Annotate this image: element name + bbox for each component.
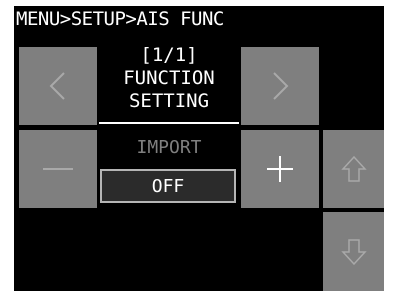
next-page-button[interactable] xyxy=(241,47,319,125)
arrow-down-icon xyxy=(340,238,367,265)
setting-value-field[interactable]: OFF xyxy=(100,169,236,203)
increase-button[interactable] xyxy=(241,130,319,208)
device-screen: MENU>SETUP>AIS FUNC [1/1] FUNCTION SETTI… xyxy=(14,6,384,291)
decrease-button[interactable] xyxy=(19,130,97,208)
chevron-right-icon xyxy=(273,72,289,100)
title-underline xyxy=(99,122,239,124)
setting-label: IMPORT xyxy=(136,137,202,158)
breadcrumb: MENU>SETUP>AIS FUNC xyxy=(16,8,224,30)
page-title-block: [1/1] FUNCTION SETTING xyxy=(99,44,239,124)
arrow-up-icon xyxy=(340,155,367,182)
scroll-up-button[interactable] xyxy=(323,130,384,208)
prev-page-button[interactable] xyxy=(19,47,97,125)
minus-icon xyxy=(43,168,73,170)
scroll-down-button[interactable] xyxy=(323,212,384,291)
chevron-left-icon xyxy=(49,72,65,100)
page-title-line2: SETTING xyxy=(128,90,210,112)
plus-icon xyxy=(267,156,293,182)
page-indicator: [1/1] xyxy=(140,44,198,66)
page-title-line1: FUNCTION xyxy=(123,67,215,89)
